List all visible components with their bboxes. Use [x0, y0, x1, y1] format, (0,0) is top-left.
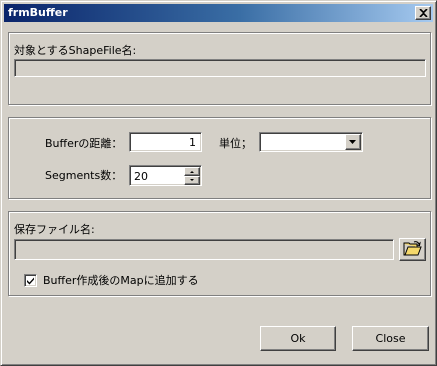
window-title: frmBuffer [8, 6, 68, 19]
arrow-up-icon [190, 171, 194, 173]
add-to-map-label[interactable]: Buffer作成後のMapに追加する [43, 274, 199, 287]
close-icon [419, 9, 428, 17]
checkmark-icon [27, 277, 34, 285]
add-to-map-checkbox[interactable] [24, 274, 37, 287]
ok-button[interactable]: Ok [260, 326, 336, 351]
output-file-label: 保存ファイル名: [14, 223, 95, 236]
arrow-down-icon [190, 179, 194, 181]
segments-down-button[interactable] [184, 176, 200, 185]
segments-stepper[interactable]: 20 [129, 165, 202, 186]
close-button-label: Close [375, 332, 406, 345]
title-bar[interactable]: frmBuffer [4, 4, 433, 22]
source-shapefile-field[interactable] [14, 59, 426, 77]
buffer-parameters-group [8, 117, 431, 199]
segments-up-button[interactable] [184, 167, 200, 176]
chevron-down-icon [349, 140, 356, 144]
ok-button-label: Ok [290, 332, 306, 345]
buffer-distance-value: 1 [189, 136, 196, 149]
buffer-distance-label: Bufferの距離： [45, 137, 123, 150]
segments-value: 20 [134, 170, 148, 183]
unit-label: 単位； [219, 137, 252, 150]
folder-open-icon [403, 241, 422, 256]
unit-dropdown-button[interactable] [345, 134, 361, 150]
close-button[interactable]: Close [352, 326, 429, 351]
buffer-distance-input[interactable]: 1 [129, 132, 202, 152]
unit-select[interactable] [259, 132, 363, 152]
frm-buffer-dialog: frmBuffer 対象とするShapeFile名: Bufferの距離： 1 … [0, 0, 437, 366]
output-file-field[interactable] [14, 239, 394, 260]
browse-button[interactable] [399, 238, 426, 261]
source-shapefile-label: 対象とするShapeFile名: [14, 44, 137, 57]
segments-label: Segments数： [45, 169, 123, 182]
window-close-button[interactable] [415, 6, 431, 20]
